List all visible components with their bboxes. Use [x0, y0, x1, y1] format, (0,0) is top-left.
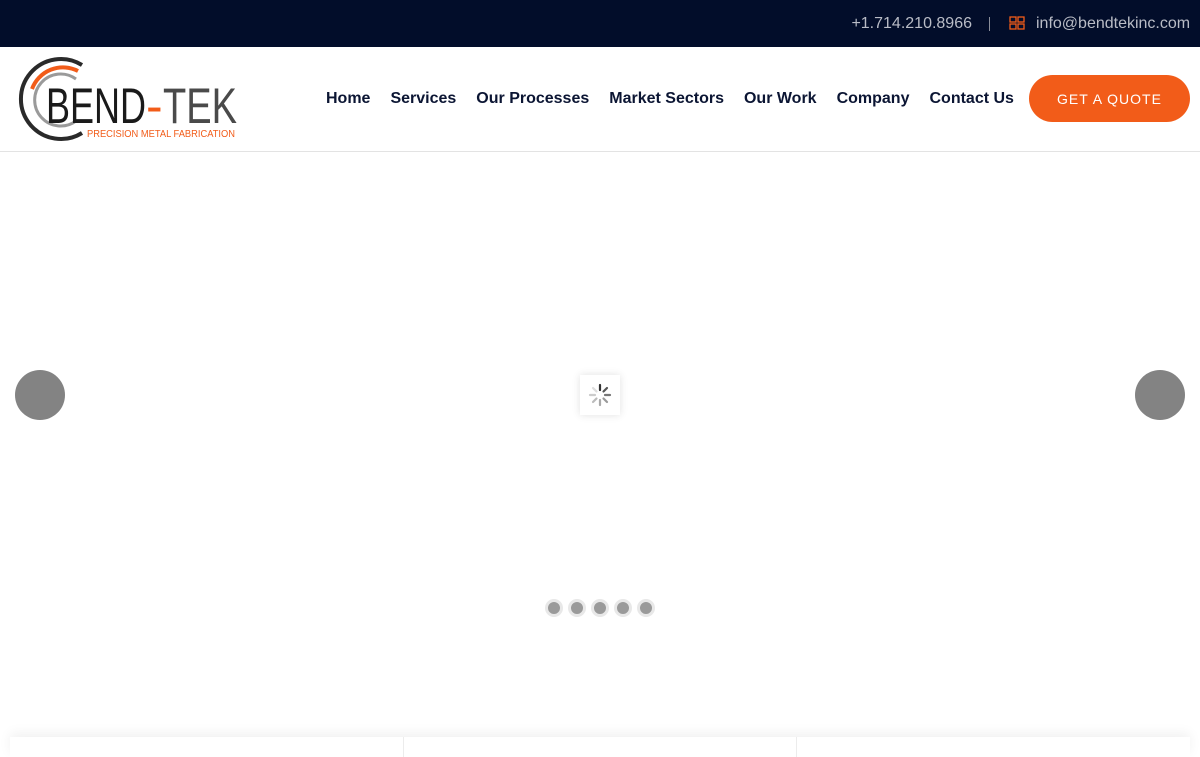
- site-header: BEND - TEK PRECISION METAL FABRICATION H…: [0, 47, 1200, 152]
- logo-wordmark-dash: -: [146, 78, 163, 134]
- nav-home[interactable]: Home: [316, 90, 380, 108]
- nav-market-sectors[interactable]: Market Sectors: [599, 90, 734, 108]
- slider-next-button[interactable]: [1135, 370, 1185, 420]
- spinner-icon: [588, 383, 612, 407]
- nav-company[interactable]: Company: [827, 90, 920, 108]
- phone-link[interactable]: +1.714.210.8966: [851, 15, 972, 33]
- logo-tagline: PRECISION METAL FABRICATION: [87, 129, 235, 140]
- hero-slider: [0, 153, 1200, 723]
- main-nav: Home Services Our Processes Market Secto…: [316, 90, 1024, 108]
- feature-card: [10, 737, 404, 757]
- nav-our-work[interactable]: Our Work: [734, 90, 827, 108]
- email-link[interactable]: info@bendtekinc.com: [1036, 15, 1190, 33]
- slider-dot-3[interactable]: [591, 599, 609, 617]
- nav-our-processes[interactable]: Our Processes: [466, 90, 599, 108]
- logo-wordmark-bend: BEND: [46, 78, 146, 134]
- slider-dot-4[interactable]: [614, 599, 632, 617]
- feature-card: [797, 737, 1191, 757]
- logo-wordmark-tek: TEK: [163, 78, 237, 134]
- divider: [989, 17, 990, 31]
- feature-cards: [10, 737, 1191, 757]
- nav-services[interactable]: Services: [380, 90, 466, 108]
- slider-loader: [580, 375, 620, 415]
- slider-pagination: [545, 599, 655, 617]
- slider-dot-1[interactable]: [545, 599, 563, 617]
- envelope-icon: [1009, 16, 1025, 30]
- slider-prev-button[interactable]: [15, 370, 65, 420]
- nav-contact-us[interactable]: Contact Us: [919, 90, 1023, 108]
- top-bar: +1.714.210.8966 info@bendtekinc.com: [0, 0, 1200, 47]
- slider-dot-2[interactable]: [568, 599, 586, 617]
- feature-card: [403, 737, 798, 757]
- get-a-quote-button[interactable]: GET A QUOTE: [1029, 75, 1190, 122]
- slider-dot-5[interactable]: [637, 599, 655, 617]
- bend-tek-logo[interactable]: BEND - TEK PRECISION METAL FABRICATION: [10, 55, 240, 143]
